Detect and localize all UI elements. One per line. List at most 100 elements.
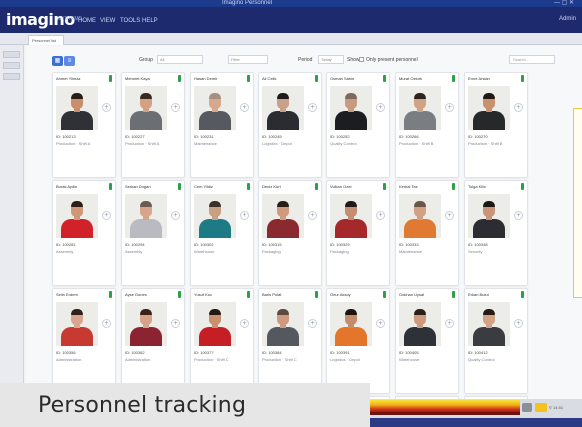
personnel-card[interactable]: Burak Aydin + ID: 100281 Assembly: [52, 180, 116, 286]
personnel-card[interactable]: Baris Polat + ID: 100384 Production · Shift…: [258, 288, 322, 394]
window-controls[interactable]: — ▢ ✕: [554, 0, 574, 7]
add-to-tracking-button[interactable]: +: [240, 211, 249, 220]
personnel-card[interactable]: Mehmet Kaya + ID: 100227 Production · Shift…: [121, 72, 185, 178]
personnel-department: Logistics · Depot: [262, 141, 292, 146]
personnel-card[interactable]: Yusuf Koc + ID: 100377 Production · Shift C: [190, 288, 254, 394]
photo-hair: [483, 201, 495, 207]
personnel-id: ID: 100231: [194, 134, 214, 139]
personnel-card[interactable]: Gokhan Uysal + ID: 100405 Warehouse: [395, 288, 459, 394]
personnel-name: Ayse Gunes: [125, 292, 147, 297]
personnel-name: Kemal Tas: [399, 184, 418, 189]
personnel-card[interactable]: Murat Ozturk + ID: 100266 Production · Shif…: [395, 72, 459, 178]
app-header: imagino SYSTEMS HOME VIEW TOOLS HELP Adm…: [0, 7, 582, 33]
add-to-tracking-button[interactable]: +: [376, 319, 385, 328]
photo-hair: [345, 309, 357, 315]
personnel-id: ID: 100391: [330, 350, 350, 355]
add-to-tracking-button[interactable]: +: [445, 319, 454, 328]
detail-side-panel[interactable]: [573, 108, 582, 298]
personnel-id: ID: 100227: [125, 134, 145, 139]
personnel-card[interactable]: Selin Erdem + ID: 100356 Administration: [52, 288, 116, 394]
status-indicator: [109, 75, 112, 82]
personnel-department: Quality Control: [468, 357, 495, 362]
personnel-card[interactable]: Tolga Kilic + ID: 100348 Security: [464, 180, 528, 286]
user-menu[interactable]: Admin: [559, 16, 576, 22]
personnel-name: Yusuf Koc: [194, 292, 213, 297]
tab-personnel-list[interactable]: Personnel list: [28, 35, 64, 45]
present-only-checkbox[interactable]: [359, 57, 364, 62]
personnel-photo: [399, 194, 441, 238]
personnel-id: ID: 100252: [330, 134, 350, 139]
personnel-photo: [194, 302, 236, 346]
personnel-name: Onur Aksoy: [330, 292, 351, 297]
personnel-photo: [194, 86, 236, 130]
search-input[interactable]: Search...: [509, 55, 555, 64]
personnel-card[interactable]: Volkan Ozer + ID: 100329 Packaging: [326, 180, 390, 286]
add-to-tracking-button[interactable]: +: [376, 211, 385, 220]
add-to-tracking-button[interactable]: +: [308, 319, 317, 328]
add-to-tracking-button[interactable]: +: [102, 211, 111, 220]
period-label: Period: [298, 57, 313, 63]
personnel-photo: [125, 194, 167, 238]
nav-view[interactable]: VIEW: [100, 18, 115, 24]
add-to-tracking-button[interactable]: +: [102, 319, 111, 328]
personnel-photo: [468, 86, 510, 130]
notification-icon[interactable]: [535, 403, 547, 412]
period-select[interactable]: Today: [318, 55, 344, 64]
sidebar-item-settings[interactable]: [3, 73, 20, 80]
photo-torso: [335, 111, 367, 130]
personnel-card[interactable]: Ayse Gunes + ID: 100362 Administration: [121, 288, 185, 394]
add-to-tracking-button[interactable]: +: [240, 103, 249, 112]
add-to-tracking-button[interactable]: +: [308, 211, 317, 220]
personnel-card[interactable]: Ahmet Yilmaz + ID: 100213 Production · Shif…: [52, 72, 116, 178]
photo-hair: [140, 93, 152, 99]
status-indicator: [178, 183, 181, 190]
personnel-card[interactable]: Onur Aksoy + ID: 100391 Logistics · Depot: [326, 288, 390, 394]
add-to-tracking-button[interactable]: +: [102, 103, 111, 112]
personnel-department: Quality Control: [330, 141, 357, 146]
grid-view-button[interactable]: ▦: [52, 56, 63, 66]
add-to-tracking-button[interactable]: +: [308, 103, 317, 112]
photo-torso: [267, 219, 299, 238]
add-to-tracking-button[interactable]: +: [445, 211, 454, 220]
status-indicator: [315, 291, 318, 298]
personnel-card[interactable]: Serkan Dogan + ID: 100294 Assembly: [121, 180, 185, 286]
caption-text: Personnel tracking: [38, 393, 247, 418]
filter-select[interactable]: Filter: [228, 55, 268, 64]
list-view-button[interactable]: ≡: [64, 56, 75, 66]
add-to-tracking-button[interactable]: +: [171, 211, 180, 220]
photo-hair: [345, 93, 357, 99]
nav-help[interactable]: HELP: [142, 18, 158, 24]
personnel-card[interactable]: Emre Arslan + ID: 100270 Production · Shift…: [464, 72, 528, 178]
photo-hair: [277, 309, 289, 315]
add-to-tracking-button[interactable]: +: [445, 103, 454, 112]
group-select[interactable]: All: [157, 55, 203, 64]
status-indicator: [383, 183, 386, 190]
sidebar-item-personnel[interactable]: [3, 51, 20, 58]
present-only-label: Only present personnel: [366, 57, 418, 63]
grid-icon: ▦: [54, 58, 61, 64]
status-indicator: [109, 183, 112, 190]
add-to-tracking-button[interactable]: +: [171, 319, 180, 328]
personnel-name: Deniz Kurt: [262, 184, 281, 189]
personnel-card[interactable]: Kemal Tas + ID: 100333 Maintenance: [395, 180, 459, 286]
status-indicator: [452, 75, 455, 82]
nav-home[interactable]: HOME: [78, 18, 96, 24]
sidebar-item-reports[interactable]: [3, 62, 20, 69]
personnel-card[interactable]: Deniz Kurt + ID: 100315 Packaging: [258, 180, 322, 286]
personnel-card[interactable]: Hasan Demir + ID: 100231 Maintenance: [190, 72, 254, 178]
add-to-tracking-button[interactable]: +: [376, 103, 385, 112]
add-to-tracking-button[interactable]: +: [171, 103, 180, 112]
personnel-card[interactable]: Cem Yildiz + ID: 100302 Warehouse: [190, 180, 254, 286]
add-to-tracking-button[interactable]: +: [240, 319, 249, 328]
add-to-tracking-button[interactable]: +: [514, 103, 523, 112]
personnel-panel: ▦ ≡ Group All Filter Period Today Show O…: [26, 46, 582, 427]
nav-tools[interactable]: TOOLS: [120, 18, 140, 24]
personnel-card[interactable]: Osman Sahin + ID: 100252 Quality Control: [326, 72, 390, 178]
network-icon[interactable]: [522, 403, 532, 412]
personnel-card[interactable]: Ali Celik + ID: 100245 Logistics · Depot: [258, 72, 322, 178]
personnel-department: Production · Shift C: [194, 357, 229, 362]
add-to-tracking-button[interactable]: +: [514, 211, 523, 220]
personnel-card[interactable]: Erkan Bulut + ID: 100412 Quality Control: [464, 288, 528, 394]
add-to-tracking-button[interactable]: +: [514, 319, 523, 328]
personnel-name: Tolga Kilic: [468, 184, 487, 189]
